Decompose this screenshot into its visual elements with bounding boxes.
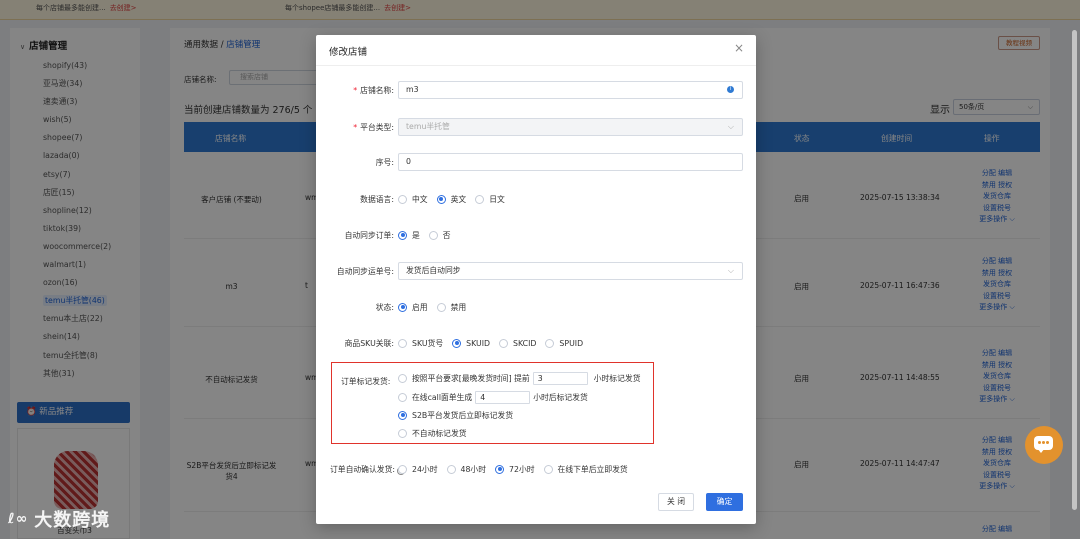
auto-sync-row: 自动同步订单: 是否 <box>316 226 756 244</box>
radio-circle[interactable] <box>545 338 555 348</box>
mark-option-none[interactable]: 不自动标记发货 <box>398 426 467 440</box>
store-name-label: * 店铺名称: <box>353 86 394 95</box>
radio-option[interactable]: SKUID <box>452 338 490 348</box>
radio-option[interactable]: 是 <box>398 230 420 241</box>
chat-support-button[interactable] <box>1025 426 1063 464</box>
watermark-text: 大数跨境 <box>34 510 111 531</box>
seq-row: 序号: 0 <box>316 153 756 171</box>
auto-confirm-row: 订单自动确认发货:? 24小时 48小时 72小时在线下单后立即发货 <box>316 462 756 476</box>
language-label: 数据语言: <box>360 195 394 204</box>
status-label: 状态: <box>375 303 394 312</box>
mark-option-s2b[interactable]: S2B平台发货后立即标记发货 <box>398 408 513 422</box>
mark-option-label-generated[interactable]: 在线call面单生成 4 小时后标记发货 <box>398 390 588 404</box>
close-button[interactable]: 关 闭 <box>658 493 694 511</box>
sku-link-row: 商品SKU关联: SKU货号 SKUID SKCID SPUID <box>316 334 756 352</box>
tracking-sync-label: 自动同步运单号: <box>336 267 394 276</box>
mark-shipping-label: 订单标记发货: <box>341 377 391 386</box>
radio-option[interactable]: 72小时 <box>495 464 535 475</box>
radio-circle[interactable] <box>398 428 407 438</box>
sku-link-label: 商品SKU关联: <box>344 339 394 348</box>
close-icon[interactable]: × <box>734 41 744 55</box>
auto-confirm-label: 订单自动确认发货:? <box>330 464 406 475</box>
after-hours-input[interactable]: 4 <box>475 390 531 404</box>
tracking-sync-select[interactable]: 发货后自动同步 ⌵ <box>398 262 743 280</box>
radio-circle-selected[interactable] <box>398 410 407 420</box>
dialog-title: 修改店铺 <box>329 47 368 58</box>
radio-option[interactable]: 英文 <box>436 194 466 205</box>
mark-option-platform[interactable]: 按照平台要求[最晚发货时间] 提前 3 小时标记发货 <box>398 371 641 385</box>
info-icon: i <box>727 86 734 93</box>
sku-link-radio-group: SKU货号 SKUID SKCID SPUID <box>398 334 592 352</box>
edit-store-dialog: 修改店铺 × * 店铺名称: m3 i * 平台类型: temu半托管 ⌵ 序号: 0 … <box>316 35 756 524</box>
platform-row: * 平台类型: temu半托管 ⌵ <box>316 118 756 136</box>
language-radio-group: 中文 英文 日文 <box>398 190 514 208</box>
radio-option[interactable]: 24小时 <box>398 464 438 475</box>
radio-circle[interactable] <box>398 194 407 204</box>
radio-option[interactable]: 日文 <box>475 194 505 205</box>
radio-circle[interactable] <box>398 302 407 312</box>
radio-option[interactable]: SPUID <box>545 338 583 348</box>
chevron-down-icon: ⌵ <box>727 266 734 275</box>
radio-option[interactable]: SKU货号 <box>398 338 443 349</box>
radio-circle[interactable] <box>495 464 505 474</box>
radio-circle[interactable] <box>398 392 407 402</box>
platform-label: * 平台类型: <box>353 123 394 132</box>
radio-option[interactable]: 否 <box>428 230 451 241</box>
radio-circle[interactable] <box>475 194 485 204</box>
radio-circle[interactable] <box>398 230 407 240</box>
radio-circle[interactable] <box>543 464 553 474</box>
store-name-input[interactable]: m3 i <box>398 81 743 99</box>
dialog-divider <box>316 65 756 66</box>
radio-circle[interactable] <box>499 338 509 348</box>
radio-circle[interactable] <box>398 338 407 348</box>
auto-sync-label: 自动同步订单: <box>344 231 394 240</box>
radio-option[interactable]: 48小时 <box>446 464 486 475</box>
status-row: 状态: 启用 禁用 <box>316 298 756 316</box>
chevron-down-icon: ⌵ <box>727 122 734 131</box>
watermark: ℓ∞ 大数跨境 <box>8 505 110 533</box>
confirm-button[interactable]: 确定 <box>706 493 743 511</box>
store-name-row: * 店铺名称: m3 i <box>316 81 756 99</box>
auto-confirm-radio-group: 24小时 48小时 72小时 在线下单后立即发货 <box>398 460 637 478</box>
seq-label: 序号: <box>375 158 394 167</box>
radio-circle[interactable] <box>446 464 456 474</box>
radio-option[interactable]: 启用 <box>398 302 428 313</box>
radio-circle[interactable] <box>428 230 438 240</box>
platform-select: temu半托管 ⌵ <box>398 118 743 136</box>
radio-circle[interactable] <box>436 194 446 204</box>
radio-circle[interactable] <box>398 464 407 474</box>
language-row: 数据语言: 中文 英文 日文 <box>316 190 756 208</box>
radio-circle[interactable] <box>452 338 462 348</box>
seq-input[interactable]: 0 <box>398 153 743 171</box>
radio-option[interactable]: SKCID <box>499 338 536 348</box>
tracking-sync-row: 自动同步运单号: 发货后自动同步 ⌵ <box>316 262 756 280</box>
advance-hours-input[interactable]: 3 <box>532 371 588 385</box>
status-radio-group: 启用 禁用 <box>398 298 475 316</box>
radio-circle[interactable] <box>436 302 446 312</box>
radio-circle[interactable] <box>398 373 407 383</box>
auto-sync-radio-group: 是否 <box>398 226 460 244</box>
radio-option[interactable]: 中文 <box>398 194 428 205</box>
radio-option[interactable]: 在线下单后立即发货 <box>543 464 628 475</box>
page-scrollbar[interactable] <box>1072 30 1077 510</box>
watermark-logo: ℓ∞ <box>8 511 29 527</box>
radio-option[interactable]: 禁用 <box>436 302 466 313</box>
